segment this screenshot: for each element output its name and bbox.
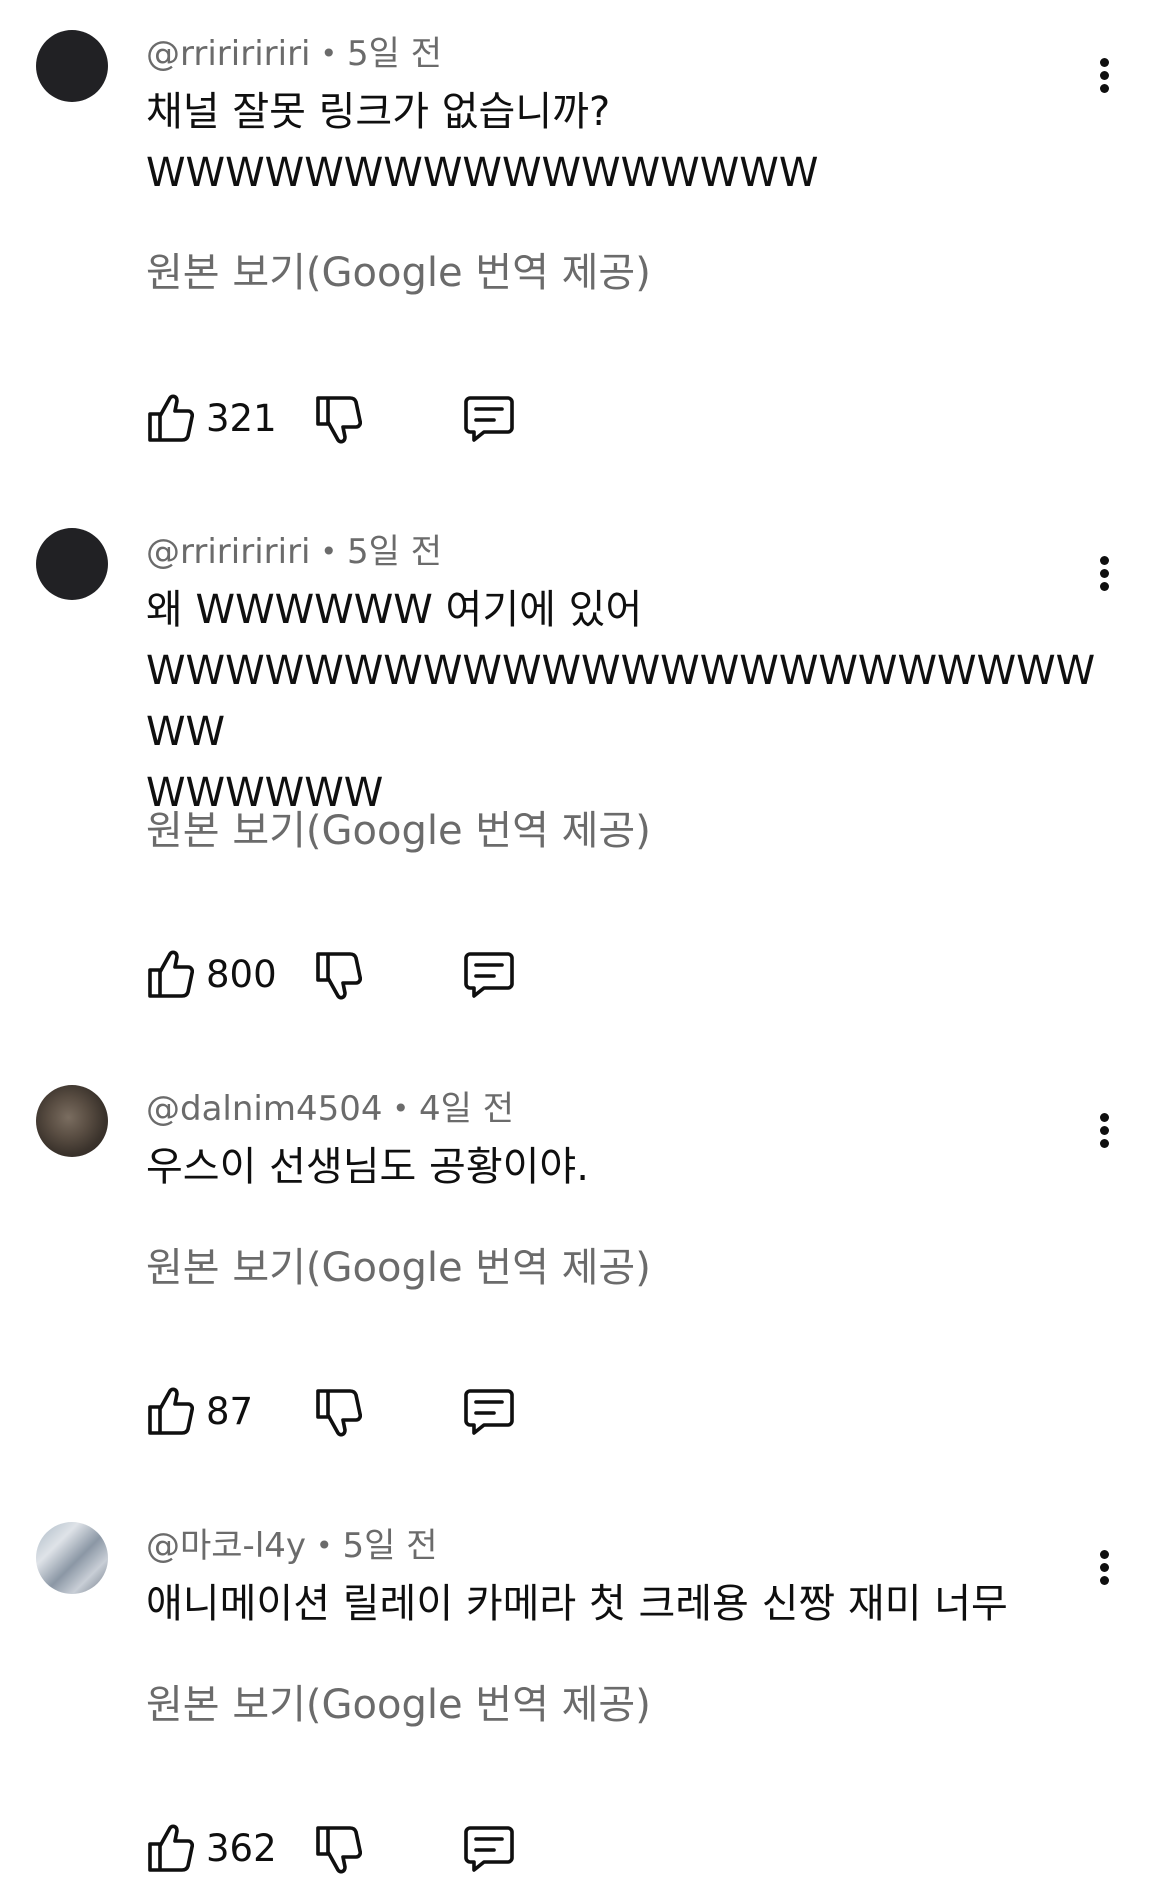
reply-button[interactable] [462, 392, 516, 448]
comment-author[interactable]: @rririririri [146, 532, 311, 572]
thumbs-down-icon [316, 396, 362, 444]
comment-reply-icon [464, 1826, 514, 1872]
reply-button[interactable] [462, 1822, 516, 1878]
comment-author[interactable]: @마코-l4y [146, 1526, 306, 1566]
comment-reply-icon [464, 1389, 514, 1435]
avatar[interactable] [36, 528, 108, 600]
comment-text-line: 애니메이션 릴레이 카메라 첫 크레용 신짱 재미 너무 [146, 1581, 1008, 1627]
comment-meta: @dalnim4504 • 4일 전 [146, 1087, 514, 1131]
like-count: 800 [206, 953, 277, 996]
dislike-button[interactable] [314, 1385, 362, 1441]
comment-meta: @rririririri • 5일 전 [146, 32, 442, 76]
comment-text: 애니메이션 릴레이 카메라 첫 크레용 신짱 재미 너무 [146, 1574, 1096, 1635]
reply-button[interactable] [462, 948, 516, 1004]
comment-actions: 800 [146, 948, 746, 1004]
comment-text-line: WWWWWWWWWWWWWWWWW [146, 150, 819, 196]
comment-time: 5일 전 [347, 532, 443, 572]
comment-time: 5일 전 [342, 1526, 438, 1566]
comment-text-line: 채널 잘못 링크가 없습니까? [146, 89, 611, 135]
comment-time: 4일 전 [419, 1089, 515, 1129]
separator-dot: • [316, 1529, 333, 1562]
see-original-link[interactable]: 원본 보기(Google 번역 제공) [146, 1680, 651, 1730]
comment-meta: @rririririri • 5일 전 [146, 530, 442, 574]
comment-time: 5일 전 [347, 34, 443, 74]
thumbs-down-icon [316, 1389, 362, 1437]
see-original-link[interactable]: 원본 보기(Google 번역 제공) [146, 248, 651, 298]
comment-text: 채널 잘못 링크가 없습니까? WWWWWWWWWWWWWWWWW [146, 82, 1096, 204]
comment-actions: 87 [146, 1385, 746, 1441]
thumbs-down-icon [316, 1826, 362, 1874]
avatar[interactable] [36, 1085, 108, 1157]
comment-text: 왜 WWWWWW 여기에 있어 WWWWWWWWWWWWWWWWWWWWWWWW… [146, 580, 1096, 824]
comment-meta: @마코-l4y • 5일 전 [146, 1524, 438, 1568]
thumbs-up-icon [148, 950, 194, 998]
see-original-link[interactable]: 원본 보기(Google 번역 제공) [146, 1243, 651, 1293]
see-original-link[interactable]: 원본 보기(Google 번역 제공) [146, 806, 651, 856]
separator-dot: • [392, 1092, 410, 1125]
comment-reply-icon [464, 396, 514, 442]
thumbs-up-icon [148, 1824, 194, 1872]
comment-author[interactable]: @dalnim4504 [146, 1089, 383, 1129]
avatar[interactable] [36, 1522, 108, 1594]
comment-text-line: 왜 WWWWWW 여기에 있어 [146, 587, 643, 633]
comment-actions: 362 [146, 1822, 746, 1878]
comment-text-line: WWWWWWWWWWWWWWWWWWWWWWWWWW [146, 648, 1096, 755]
thumbs-up-icon [148, 394, 194, 442]
thumbs-up-icon [148, 1387, 194, 1435]
dislike-button[interactable] [314, 392, 362, 448]
separator-dot: • [320, 535, 338, 568]
comment-author[interactable]: @rririririri [146, 34, 311, 74]
like-count: 362 [206, 1827, 277, 1870]
reply-button[interactable] [462, 1385, 516, 1441]
comment-reply-icon [464, 952, 514, 998]
like-button[interactable]: 800 [146, 948, 277, 1004]
like-count: 87 [206, 1390, 254, 1433]
separator-dot: • [320, 37, 338, 70]
dislike-button[interactable] [314, 948, 362, 1004]
like-button[interactable]: 321 [146, 392, 277, 448]
comment-text-line: 우스이 선생님도 공황이야. [146, 1144, 589, 1190]
comment-text: 우스이 선생님도 공황이야. [146, 1137, 1096, 1198]
like-button[interactable]: 87 [146, 1385, 256, 1441]
dislike-button[interactable] [314, 1822, 362, 1878]
comment-actions: 321 [146, 392, 746, 448]
thumbs-down-icon [316, 952, 362, 1000]
like-count: 321 [206, 397, 277, 440]
avatar[interactable] [36, 30, 108, 102]
like-button[interactable]: 362 [146, 1822, 277, 1878]
